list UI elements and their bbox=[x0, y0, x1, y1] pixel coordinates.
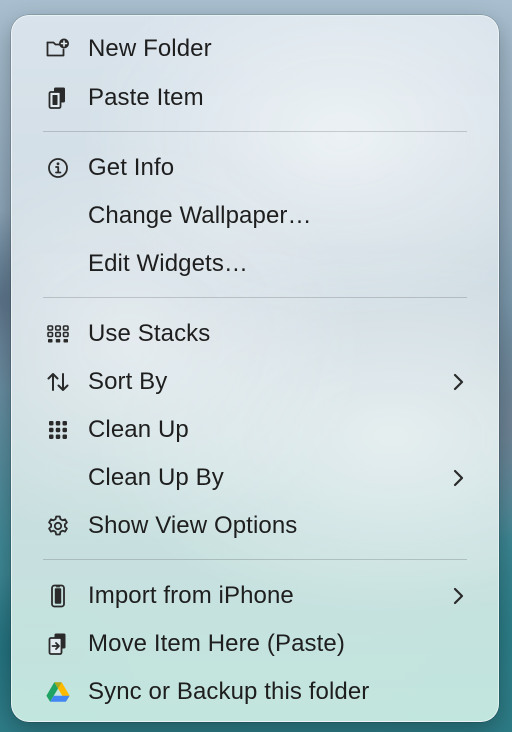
chevron-right-icon bbox=[450, 586, 466, 606]
info-icon bbox=[45, 155, 71, 181]
gear-icon bbox=[45, 513, 71, 539]
menu-item-label: Show View Options bbox=[88, 512, 298, 539]
menu-item-clean-up[interactable]: Clean Up bbox=[12, 406, 498, 454]
menu-item-label: Get Info bbox=[88, 154, 175, 181]
menu-item-show-view-options[interactable]: Show View Options bbox=[12, 502, 498, 550]
menu-item-use-stacks[interactable]: Use Stacks bbox=[12, 310, 498, 358]
menu-item-label: Edit Widgets… bbox=[88, 250, 249, 277]
menu-item-label: Import from iPhone bbox=[88, 582, 294, 609]
chevron-right-icon bbox=[450, 468, 466, 488]
move-paste-icon bbox=[45, 631, 71, 657]
menu-item-paste-item[interactable]: Paste Item bbox=[12, 74, 498, 122]
menu-item-label: Change Wallpaper… bbox=[88, 202, 312, 229]
menu-item-label: Clean Up By bbox=[88, 464, 224, 491]
grid-dots-icon bbox=[45, 417, 71, 443]
desktop-context-menu: New Folder Paste Item Get Info Change Wa… bbox=[11, 15, 499, 722]
menu-separator bbox=[43, 131, 467, 132]
menu-item-get-info[interactable]: Get Info bbox=[12, 144, 498, 192]
menu-item-label: Paste Item bbox=[88, 84, 204, 111]
menu-separator bbox=[43, 297, 467, 298]
iphone-icon bbox=[45, 583, 71, 609]
menu-item-label: Use Stacks bbox=[88, 320, 211, 347]
menu-item-label: New Folder bbox=[88, 35, 212, 62]
menu-item-sort-by[interactable]: Sort By bbox=[12, 358, 498, 406]
menu-item-edit-widgets[interactable]: Edit Widgets… bbox=[12, 240, 498, 288]
new-folder-icon bbox=[45, 36, 71, 62]
menu-item-change-wallpaper[interactable]: Change Wallpaper… bbox=[12, 192, 498, 240]
menu-item-label: Sync or Backup this folder bbox=[88, 678, 370, 705]
menu-item-clean-up-by[interactable]: Clean Up By bbox=[12, 454, 498, 502]
stacks-icon bbox=[45, 321, 71, 347]
paste-icon bbox=[45, 85, 71, 111]
menu-item-new-folder[interactable]: New Folder bbox=[12, 25, 498, 73]
sort-arrows-icon bbox=[45, 369, 71, 395]
google-drive-icon bbox=[45, 679, 71, 705]
menu-item-import-from-iphone[interactable]: Import from iPhone bbox=[12, 572, 498, 620]
menu-item-label: Sort By bbox=[88, 368, 168, 395]
menu-separator bbox=[43, 559, 467, 560]
menu-item-move-item-here[interactable]: Move Item Here (Paste) bbox=[12, 620, 498, 668]
menu-item-label: Clean Up bbox=[88, 416, 189, 443]
chevron-right-icon bbox=[450, 372, 466, 392]
menu-item-label: Move Item Here (Paste) bbox=[88, 630, 345, 657]
menu-item-sync-or-backup[interactable]: Sync or Backup this folder bbox=[12, 668, 498, 716]
